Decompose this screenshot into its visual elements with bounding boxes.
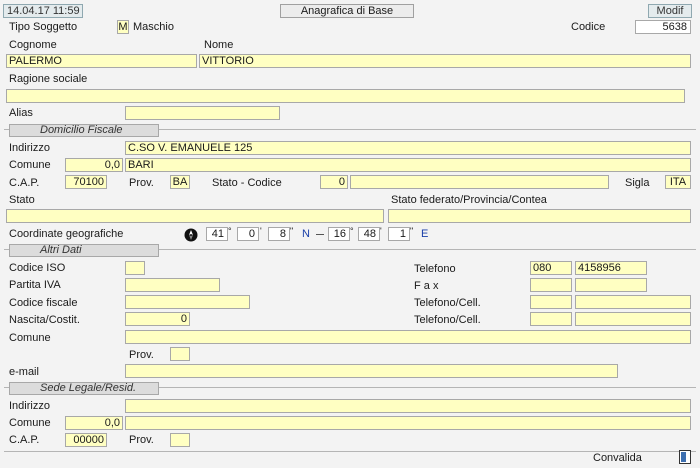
tipo-soggetto-desc: Maschio — [133, 21, 174, 33]
email-label: e-mail — [9, 366, 39, 378]
fax-label: F a x — [414, 280, 439, 292]
stato-federato-label: Stato federato/Provincia/Contea — [391, 194, 547, 206]
stato-field[interactable] — [6, 209, 384, 223]
telefono-prefix-field[interactable]: 080 — [530, 261, 572, 275]
lon-degrees-unit: ° — [350, 226, 354, 236]
cell2-prefix-field[interactable] — [530, 312, 572, 326]
sigla-label: Sigla — [625, 177, 650, 189]
stato-codice-label: Stato - Codice — [212, 177, 282, 189]
sigla-field[interactable]: ITA — [665, 175, 691, 189]
nome-label: Nome — [204, 39, 234, 51]
sede-cap-label: C.A.P. — [9, 434, 40, 446]
lat-seconds-unit: " — [290, 226, 294, 236]
coord-separator — [316, 234, 324, 235]
ragione-sociale-label: Ragione sociale — [9, 73, 88, 85]
lon-seconds-unit: " — [410, 226, 414, 236]
telefono-label: Telefono — [414, 263, 456, 275]
sede-comune-code-field[interactable]: 0,0 — [65, 416, 123, 430]
sede-indirizzo-label: Indirizzo — [9, 400, 50, 412]
lon-minutes-unit: ' — [380, 226, 382, 236]
nome-field[interactable]: VITTORIO — [199, 54, 691, 68]
codice-field[interactable]: 5638 — [635, 20, 691, 34]
cap-label: C.A.P. — [9, 177, 40, 189]
sede-comune-field[interactable] — [125, 416, 691, 430]
sede-prov-label: Prov. — [129, 434, 154, 446]
codice-label: Codice — [571, 21, 606, 33]
altri-prov-label: Prov. — [129, 349, 154, 361]
telefono-number-field[interactable]: 4158956 — [575, 261, 647, 275]
cell1-label: Telefono/Cell. — [414, 297, 481, 309]
form-title: Anagrafica di Base — [280, 4, 414, 18]
prov-label: Prov. — [129, 177, 154, 189]
mode-button[interactable]: Modif — [648, 4, 692, 18]
partita-iva-field[interactable] — [125, 278, 220, 292]
stato-codice-field[interactable]: 0 — [320, 175, 348, 189]
lat-seconds-field[interactable]: 8 — [268, 227, 290, 241]
codice-fiscale-label: Codice fiscale — [9, 297, 78, 309]
lat-degrees-unit: ° — [228, 226, 232, 236]
lon-minutes-field[interactable]: 48 — [358, 227, 380, 241]
codice-iso-label: Codice ISO — [9, 262, 66, 274]
cell2-number-field[interactable] — [575, 312, 691, 326]
email-field[interactable] — [125, 364, 618, 378]
stato-federato-field[interactable] — [388, 209, 691, 223]
sede-cap-field[interactable]: 00000 — [65, 433, 107, 447]
cell2-label: Telefono/Cell. — [414, 314, 481, 326]
lat-degrees-field[interactable]: 41 — [206, 227, 228, 241]
partita-iva-label: Partita IVA — [9, 279, 61, 291]
cognome-label: Cognome — [9, 39, 57, 51]
sede-prov-field[interactable] — [170, 433, 190, 447]
indirizzo-label: Indirizzo — [9, 142, 50, 154]
compass-icon[interactable] — [184, 228, 198, 242]
cell1-number-field[interactable] — [575, 295, 691, 309]
nascita-field[interactable]: 0 — [125, 312, 190, 326]
altri-prov-field[interactable] — [170, 347, 190, 361]
sede-indirizzo-field[interactable] — [125, 399, 691, 413]
coordinate-label: Coordinate geografiche — [9, 228, 124, 240]
lat-direction: N — [302, 228, 310, 240]
alias-label: Alias — [9, 107, 33, 119]
lat-minutes-field[interactable]: 0 — [237, 227, 259, 241]
stato-desc-field[interactable] — [350, 175, 609, 189]
cap-field[interactable]: 70100 — [65, 175, 107, 189]
codice-fiscale-field[interactable] — [125, 295, 250, 309]
comune-code-field[interactable]: 0,0 — [65, 158, 123, 172]
lon-direction: E — [421, 228, 429, 240]
checkbox-fill-icon — [681, 452, 686, 462]
cell1-prefix-field[interactable] — [530, 295, 572, 309]
section-sede-legale: Sede Legale/Resid. — [9, 382, 159, 395]
ragione-sociale-field[interactable] — [6, 89, 685, 103]
convalida-checkbox[interactable] — [679, 450, 691, 464]
prov-field[interactable]: BA — [170, 175, 190, 189]
lat-minutes-unit: ' — [260, 226, 262, 236]
alias-field[interactable] — [125, 106, 280, 120]
comune-label: Comune — [9, 159, 51, 171]
fax-prefix-field[interactable] — [530, 278, 572, 292]
altri-comune-label: Comune — [9, 332, 51, 344]
cognome-field[interactable]: PALERMO — [6, 54, 197, 68]
tipo-soggetto-field[interactable]: M — [117, 20, 129, 34]
lon-degrees-field[interactable]: 16 — [328, 227, 350, 241]
fax-number-field[interactable] — [575, 278, 647, 292]
section-domicilio-fiscale: Domicilio Fiscale — [9, 124, 159, 137]
indirizzo-field[interactable]: C.SO V. EMANUELE 125 — [125, 141, 691, 155]
altri-comune-field[interactable] — [125, 330, 691, 344]
nascita-label: Nascita/Costit. — [9, 314, 80, 326]
convalida-label: Convalida — [593, 452, 642, 464]
sede-comune-label: Comune — [9, 417, 51, 429]
codice-iso-field[interactable] — [125, 261, 145, 275]
comune-field[interactable]: BARI — [125, 158, 691, 172]
lon-seconds-field[interactable]: 1 — [388, 227, 410, 241]
section-altri-dati: Altri Dati — [9, 244, 159, 257]
timestamp: 14.04.17 11:59 — [3, 4, 83, 18]
stato-label: Stato — [9, 194, 35, 206]
tipo-soggetto-label: Tipo Soggetto — [9, 21, 78, 33]
